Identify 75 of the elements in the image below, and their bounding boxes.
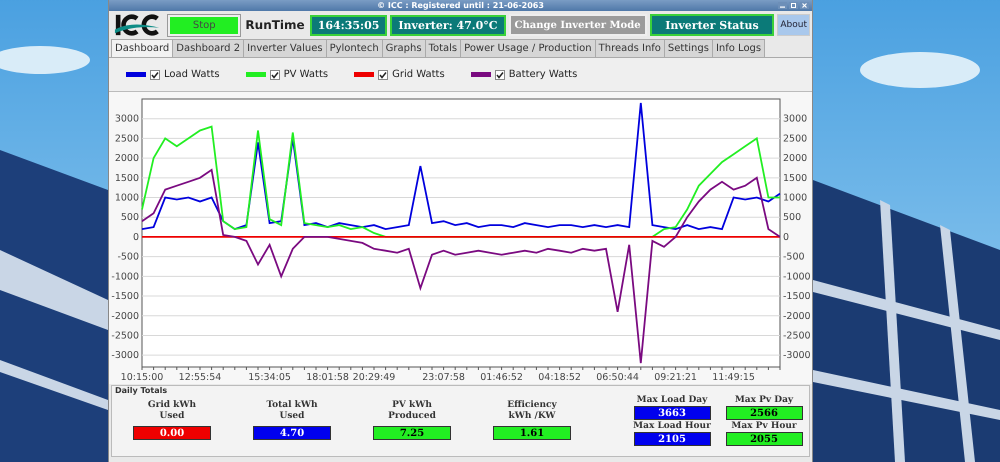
readout: Inverter: 47.0°C [390,14,506,36]
axis-label: 3000 [114,114,139,125]
axis-label: 2500 [114,133,139,144]
axis-label: 2000 [783,153,808,164]
tab[interactable]: Info Logs [712,39,766,57]
stat-label: Max Load Hour [633,421,711,432]
stat-value: 1.61 [493,426,571,440]
axis-label: -1000 [111,271,139,282]
axis-label: 01:46:52 [480,372,523,383]
axis-label: 1500 [783,172,808,184]
axis-label: -1500 [111,291,139,302]
axis-label: 11:49:15 [712,372,755,383]
axis-label: 500 [783,212,802,224]
legend-label: Battery Watts [508,69,578,80]
stat-label: Max Load Day [636,395,708,406]
tab[interactable]: Inverter Values [243,39,327,57]
group-title: Daily Totals [114,386,168,395]
legend-label: Load Watts [164,69,220,80]
stat-value: 4.70 [253,426,331,440]
axis-label: 2000 [114,153,139,164]
axis-label: 12:55:54 [178,372,222,383]
axis-label: -3000 [783,350,811,362]
stat-label: Efficiency kWh /KW [507,400,557,422]
legend-label: PV Watts [284,69,328,80]
tab[interactable]: Threads Info [594,39,665,57]
action-button[interactable]: Inverter Status [650,14,774,36]
stat-value: 3663 [634,406,710,420]
stat-value: 2105 [634,432,710,446]
axis-label: -500 [117,252,139,263]
tab[interactable]: Settings [664,39,713,57]
tab[interactable]: Graphs [382,39,426,57]
stop-button[interactable]: Stop [168,14,240,36]
stat-value: 7.25 [373,426,451,440]
about-button[interactable]: About [777,14,810,36]
axis-label: 2500 [783,133,808,144]
axis-label: 1500 [114,172,139,184]
stat-label: Total kWh Used [266,400,318,422]
stat-value: 2566 [726,406,802,420]
legend-label: Grid Watts [392,69,445,80]
axis-label: 06:50:44 [596,372,639,383]
axis-label: 3000 [783,114,808,125]
tab[interactable]: Dashboard [111,39,174,57]
window-title: © ICC : Registered until : 21-06-2063 [377,0,544,11]
axis-label: -2000 [783,310,811,322]
axis-label: 0 [132,232,139,243]
readout: 164:35:05 [310,14,388,36]
axis-label: -2500 [783,330,811,342]
stat-label: Max Pv Day [734,395,794,406]
axis-label: 1000 [783,192,808,204]
axis-label: 500 [120,212,139,224]
stat-label: PV kWh Produced [388,400,436,422]
axis-label: -2500 [111,330,139,342]
runtime-label: RunTime [244,18,306,32]
axis-label: 23:07:58 [422,372,465,383]
tab[interactable]: Dashboard 2 [172,39,244,57]
axis-label: 1000 [114,192,139,204]
axis-label: -3000 [111,350,139,362]
axis-label: 15:34:05 [248,372,291,383]
stat-label: Grid kWh Used [148,400,196,422]
axis-label: 09:21:21 [654,372,697,383]
axis-label: 18:01:58 [306,372,349,383]
axis-label: -2000 [111,310,139,322]
tab[interactable]: Pylontech [326,39,383,57]
tab[interactable]: Totals [424,39,462,57]
stat-value: 0.00 [133,426,211,440]
axis-label: 0 [783,232,790,243]
axis-label: -500 [783,252,805,263]
axis-label: 10:15:00 [120,372,164,383]
stat-value: 2055 [726,432,802,446]
axis-label: 20:29:49 [352,372,396,383]
tab[interactable]: Power Usage / Production [460,39,596,57]
stat-label: Max Pv Hour [731,421,797,432]
axis-label: -1000 [783,271,811,282]
axis-label: 04:18:52 [538,372,581,383]
axis-label: -1500 [783,291,811,302]
